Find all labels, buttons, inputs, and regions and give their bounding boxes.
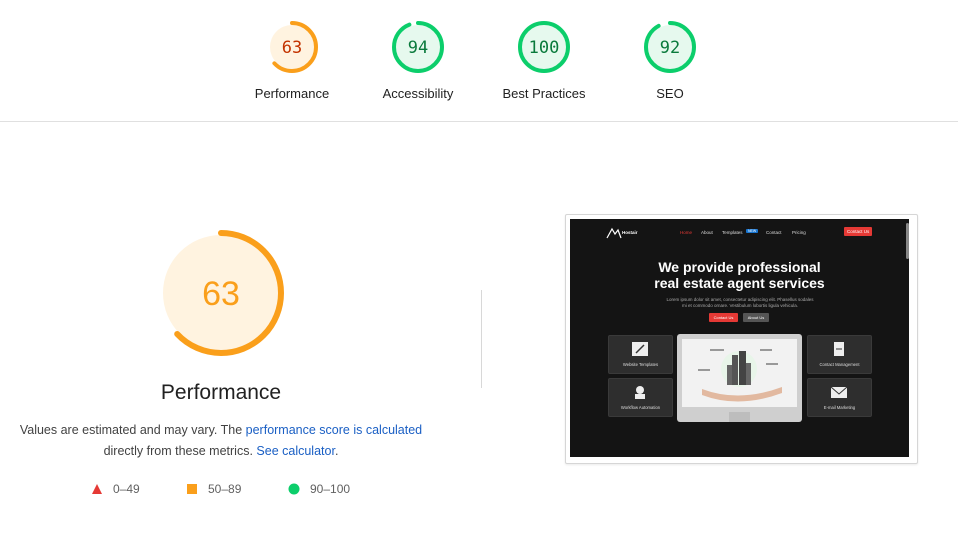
- thumb-card: Website Templates: [608, 335, 673, 374]
- score-ring: 63: [158, 230, 284, 356]
- thumb-headline-line: We provide professional: [658, 259, 821, 275]
- category-label: SEO: [656, 86, 684, 101]
- description-text: Values are estimated and may vary. The: [19, 423, 246, 437]
- category-label: Performance: [254, 86, 330, 101]
- description-text: directly from these metrics.: [103, 444, 257, 458]
- browser-icon: [632, 342, 648, 356]
- thumb-card: E-mail Marketing: [807, 378, 872, 417]
- gauge-best-practices[interactable]: 100 Best Practices: [484, 20, 604, 101]
- category-scores-header: 63 Performance 94 Accessibility 100 Best…: [0, 0, 958, 122]
- thumb-card-label: Workflow Automation: [620, 405, 661, 410]
- page-title: Performance: [160, 381, 282, 404]
- logo-icon: [606, 227, 622, 239]
- thumb-nav-item: About: [701, 230, 713, 235]
- triangle-icon: [92, 484, 102, 494]
- thumb-nav-item: Contact: [766, 230, 782, 235]
- square-icon: [187, 484, 197, 494]
- thumb-nav: Hostair Home About Templates NEW Contact…: [570, 227, 909, 241]
- thumb-headline-line: real estate agent services: [654, 275, 825, 291]
- gauge-seo[interactable]: 92 SEO: [610, 20, 730, 101]
- final-screenshot[interactable]: Hostair Home About Templates NEW Contact…: [565, 214, 918, 464]
- legend-item-pass: 90–100: [288, 482, 350, 496]
- score-value: 63: [282, 38, 302, 58]
- description-text: .: [334, 444, 339, 458]
- monitor-stand: [729, 412, 750, 422]
- thumb-card: Contact Management: [807, 335, 872, 374]
- performance-score-link[interactable]: performance score is calculated: [246, 423, 422, 437]
- thumb-nav-item: Home: [680, 230, 693, 235]
- thumb-nav-item: Templates: [722, 230, 743, 235]
- thumb-brand: Hostair: [622, 230, 638, 235]
- envelope-icon: [830, 386, 848, 398]
- thumb-nav-badge: NEW: [746, 229, 759, 233]
- robot-icon: [635, 386, 645, 399]
- category-label: Best Practices: [502, 86, 586, 101]
- thumb-secondary-button: About Us: [743, 313, 769, 322]
- legend-item-fail: 0–49: [91, 482, 140, 496]
- thumb-card: Workflow Automation: [608, 378, 673, 417]
- legend-range: 0–49: [113, 482, 140, 496]
- see-calculator-link[interactable]: See calculator: [256, 444, 335, 458]
- score-ring: 63: [266, 21, 318, 73]
- thumb-card-label: E-mail Marketing: [823, 405, 856, 410]
- thumb-monitor-illustration: [677, 334, 802, 422]
- building-hand-icon: [698, 349, 782, 402]
- thumb-scrollbar: [906, 223, 909, 259]
- performance-gauge-large: 63: [156, 228, 286, 358]
- thumb-nav-item: Pricing: [792, 230, 806, 235]
- document-icon: [834, 342, 844, 356]
- score-value: 100: [529, 38, 560, 58]
- score-ring: 100: [518, 21, 570, 73]
- legend-item-average: 50–89: [186, 482, 241, 496]
- category-label: Accessibility: [382, 86, 454, 101]
- divider: [481, 290, 482, 388]
- score-value: 94: [408, 38, 428, 58]
- gauge-accessibility[interactable]: 94 Accessibility: [358, 20, 478, 101]
- score-value: 63: [202, 275, 240, 313]
- score-description: Values are estimated and may vary. The p…: [0, 420, 442, 462]
- score-ring: 94: [392, 21, 444, 73]
- thumb-primary-button: Contact Us: [709, 313, 738, 322]
- gauge-performance[interactable]: 63 Performance: [232, 20, 352, 101]
- score-value: 92: [660, 38, 680, 58]
- thumb-monitor-screen: [682, 339, 797, 407]
- score-ring: 92: [644, 21, 696, 73]
- legend-range: 90–100: [310, 482, 351, 496]
- thumb-paragraph: Lorem ipsum dolor sit amet, consectetur …: [666, 297, 814, 308]
- page-thumbnail: Hostair Home About Templates NEW Contact…: [570, 219, 909, 457]
- thumb-headline: We provide professional real estate agen…: [570, 259, 909, 291]
- circle-icon: [288, 483, 300, 495]
- thumb-card-label: Contact Management: [819, 362, 860, 367]
- legend-range: 50–89: [208, 482, 242, 496]
- thumb-contact-button: Contact Us: [844, 227, 873, 236]
- thumb-card-label: Website Templates: [622, 362, 659, 367]
